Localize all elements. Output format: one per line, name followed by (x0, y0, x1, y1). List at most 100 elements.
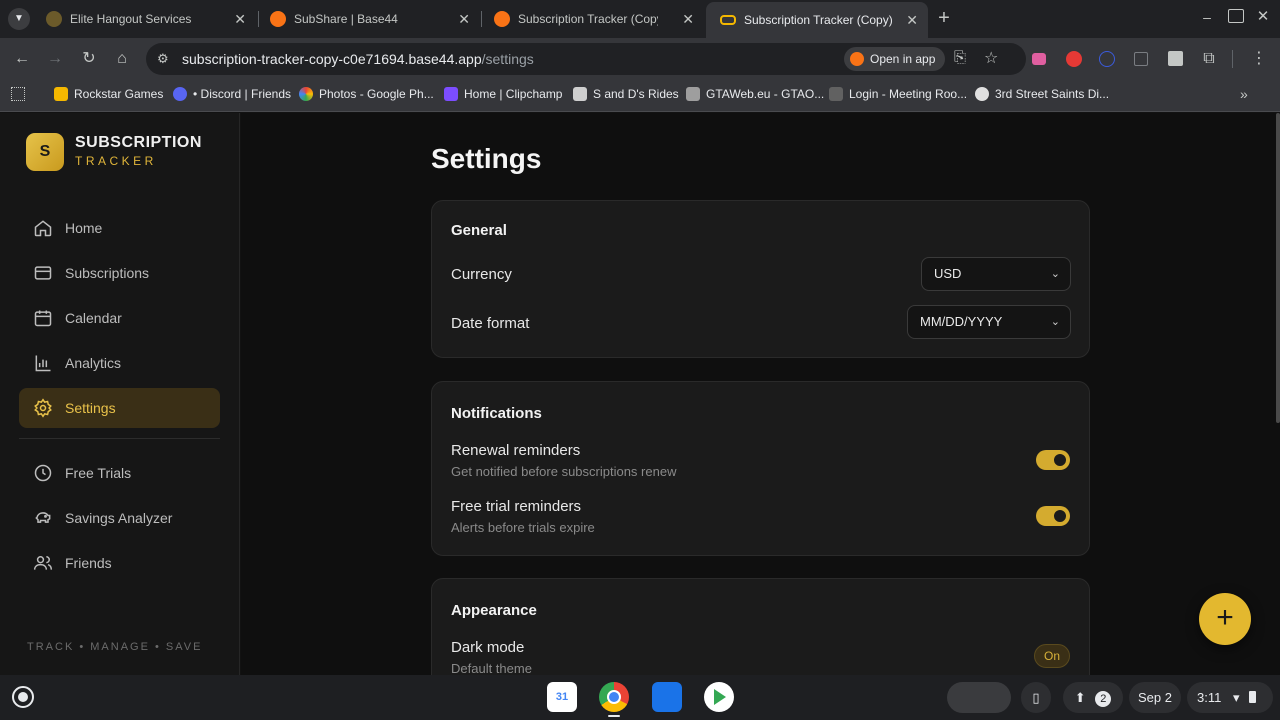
url-host: subscription-tracker-copy-c0e71694.base4… (182, 51, 482, 67)
bookmark-label: S and D's Rides (593, 87, 679, 101)
extension-icon[interactable] (1032, 53, 1046, 65)
play-icon (850, 52, 864, 66)
currency-select[interactable]: USD ⌄ (921, 257, 1071, 291)
brand-subtitle: TRACKER (75, 154, 157, 168)
bookmark-item[interactable]: GTAWeb.eu - GTAO... (686, 87, 824, 101)
reload-icon[interactable]: ↻ (78, 48, 100, 70)
upload-icon: ⬆ (1074, 690, 1086, 705)
extension-icon[interactable] (1066, 51, 1082, 67)
browser-toolbar: ← → ↻ ⌂ ⚙ subscription-tracker-copy-c0e7… (0, 38, 1280, 80)
close-tab-icon[interactable]: ✕ (234, 11, 246, 28)
app-logo: S (26, 133, 64, 171)
battery-icon (1249, 691, 1257, 703)
sidebar-item-friends[interactable]: Friends (19, 543, 220, 583)
general-card: General Currency USD ⌄ Date format MM/DD… (431, 200, 1090, 358)
new-tab-button[interactable]: + (934, 7, 954, 29)
screen-capture-preview[interactable] (947, 682, 1011, 713)
site-info-icon[interactable]: ⚙ (157, 51, 169, 67)
date-format-label: Date format (451, 315, 530, 332)
sidebar-item-savings-analyzer[interactable]: Savings Analyzer (19, 498, 220, 538)
sidebar-item-free-trials[interactable]: Free Trials (19, 453, 220, 493)
bookmark-label: Photos - Google Ph... (319, 87, 434, 101)
currency-label: Currency (451, 266, 512, 283)
close-tab-icon[interactable]: ✕ (906, 12, 918, 29)
close-tab-icon[interactable]: ✕ (682, 11, 694, 28)
browser-tab-active[interactable]: Subscription Tracker (Copy) ✕ (706, 2, 928, 38)
apps-grid-icon[interactable] (11, 87, 25, 101)
tab-favicon-icon (494, 11, 510, 27)
free-trial-reminders-toggle[interactable] (1036, 506, 1070, 526)
bookmarks-bar: Rockstar Games • Discord | Friends Photo… (0, 80, 1280, 112)
play-store-app-icon[interactable] (704, 682, 734, 712)
menu-icon[interactable]: ⋮ (1248, 48, 1270, 70)
phone-hub-icon[interactable]: ▯ (1021, 682, 1051, 713)
free-trial-reminders-label: Free trial reminders (451, 498, 582, 515)
piggy-bank-icon (35, 512, 51, 523)
launcher-button[interactable] (12, 686, 34, 708)
bookmark-favicon-icon (54, 87, 68, 101)
extension-icon[interactable] (1168, 51, 1183, 66)
chrome-app-icon[interactable] (599, 682, 629, 712)
dark-mode-status-badge[interactable]: On (1033, 644, 1070, 668)
files-app-icon[interactable] (652, 682, 682, 712)
bookmark-item[interactable]: 3rd Street Saints Di... (975, 87, 1109, 101)
back-icon[interactable]: ← (11, 48, 33, 70)
maximize-icon[interactable] (1228, 9, 1244, 23)
extension-icon[interactable] (1099, 51, 1115, 67)
bookmark-item[interactable]: • Discord | Friends (173, 87, 291, 101)
bookmark-favicon-icon (829, 87, 843, 101)
extension-icon[interactable] (1134, 52, 1148, 66)
forward-icon[interactable]: → (44, 48, 66, 70)
renewal-reminders-toggle[interactable] (1036, 450, 1070, 470)
home-icon[interactable]: ⌂ (111, 48, 133, 70)
install-icon[interactable]: ⎘ (954, 49, 966, 66)
tab-search-button[interactable]: ▼ (8, 8, 30, 30)
status-tray[interactable]: 3:11 ▾ (1187, 682, 1273, 713)
browser-tab-1[interactable]: Elite Hangout Services ✕ (32, 4, 256, 34)
card-title: General (451, 222, 507, 239)
card-icon (34, 266, 52, 280)
tab-favicon-icon (270, 11, 286, 27)
bar-chart-icon (35, 355, 51, 372)
date-format-select[interactable]: MM/DD/YYYY ⌄ (907, 305, 1071, 339)
tab-title: Subscription Tracker (Copy) (744, 13, 893, 27)
clock-time: 3:11 (1197, 690, 1222, 705)
tab-favicon-icon (46, 11, 62, 27)
sidebar-item-calendar[interactable]: Calendar (19, 298, 220, 338)
notifications-tray[interactable]: ⬆ 2 (1063, 682, 1123, 713)
google-calendar-app-icon[interactable]: 31 (547, 682, 577, 712)
free-trial-reminders-description: Alerts before trials expire (451, 520, 595, 535)
add-subscription-button[interactable]: + (1199, 593, 1251, 645)
tab-favicon-icon (720, 15, 736, 25)
close-window-icon[interactable]: ✕ (1254, 7, 1272, 25)
bookmark-item[interactable]: Login - Meeting Roo... (829, 87, 967, 101)
bookmark-item[interactable]: S and D's Rides (573, 87, 679, 101)
bookmark-item[interactable]: Home | Clipchamp (444, 87, 562, 101)
browser-tab-3[interactable]: Subscription Tracker (Copy) | B ✕ (480, 4, 704, 34)
sidebar-item-label: Home (65, 220, 103, 236)
bookmark-item[interactable]: Photos - Google Ph... (299, 87, 434, 101)
sidebar-tagline: TRACK • MANAGE • SAVE (27, 641, 203, 653)
address-bar[interactable]: ⚙ subscription-tracker-copy-c0e71694.bas… (146, 43, 1026, 75)
extensions-puzzle-icon[interactable]: ⧉ (1198, 48, 1220, 70)
minimize-icon[interactable]: – (1198, 9, 1216, 27)
bookmark-star-icon[interactable]: ☆ (984, 48, 998, 68)
open-in-app-button[interactable]: Open in app (844, 47, 946, 71)
close-tab-icon[interactable]: ✕ (458, 11, 470, 28)
bookmark-label: Rockstar Games (74, 87, 164, 101)
more-bookmarks-icon[interactable]: » (1240, 86, 1248, 102)
wifi-icon: ▾ (1232, 690, 1240, 705)
dark-mode-label: Dark mode (451, 639, 525, 656)
calendar-icon (34, 310, 52, 327)
currency-value: USD (934, 266, 962, 281)
browser-tab-2[interactable]: SubShare | Base44 ✕ (256, 4, 480, 34)
card-title: Appearance (451, 602, 537, 619)
sidebar-item-settings[interactable]: Settings (19, 388, 220, 428)
sidebar-item-subscriptions[interactable]: Subscriptions (19, 253, 220, 293)
bookmark-item[interactable]: Rockstar Games (54, 87, 163, 101)
sidebar-item-home[interactable]: Home (19, 208, 220, 248)
scrollbar[interactable] (1276, 113, 1280, 423)
date-tray[interactable]: Sep 2 (1129, 682, 1181, 713)
sidebar-item-label: Analytics (65, 355, 122, 371)
sidebar-item-analytics[interactable]: Analytics (19, 343, 220, 383)
